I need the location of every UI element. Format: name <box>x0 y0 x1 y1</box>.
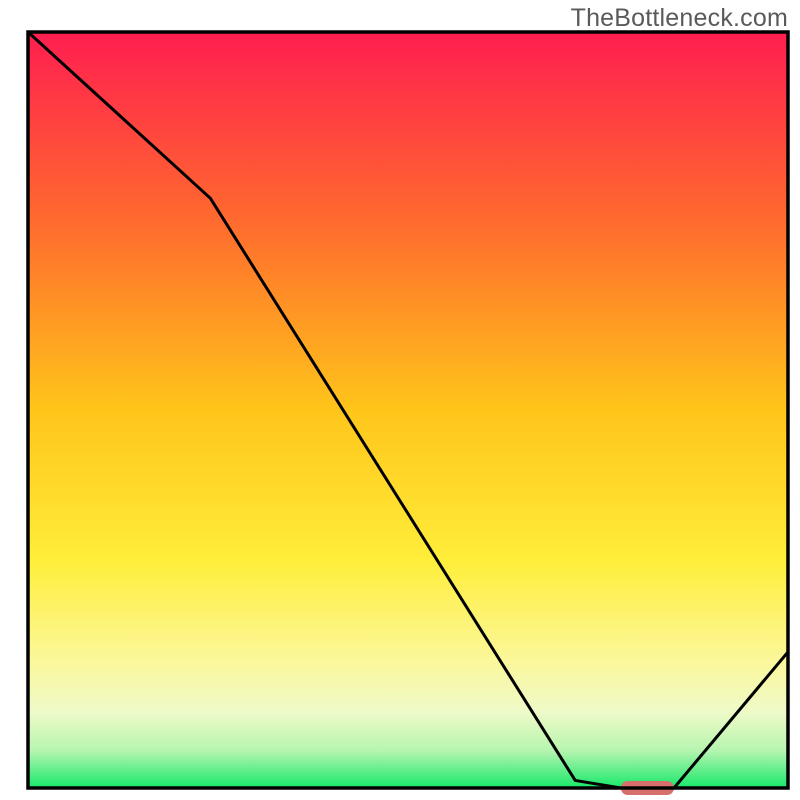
plot-background <box>28 32 788 788</box>
bottleneck-chart <box>0 0 800 800</box>
chart-stage: TheBottleneck.com <box>0 0 800 800</box>
watermark-text: TheBottleneck.com <box>571 4 788 33</box>
